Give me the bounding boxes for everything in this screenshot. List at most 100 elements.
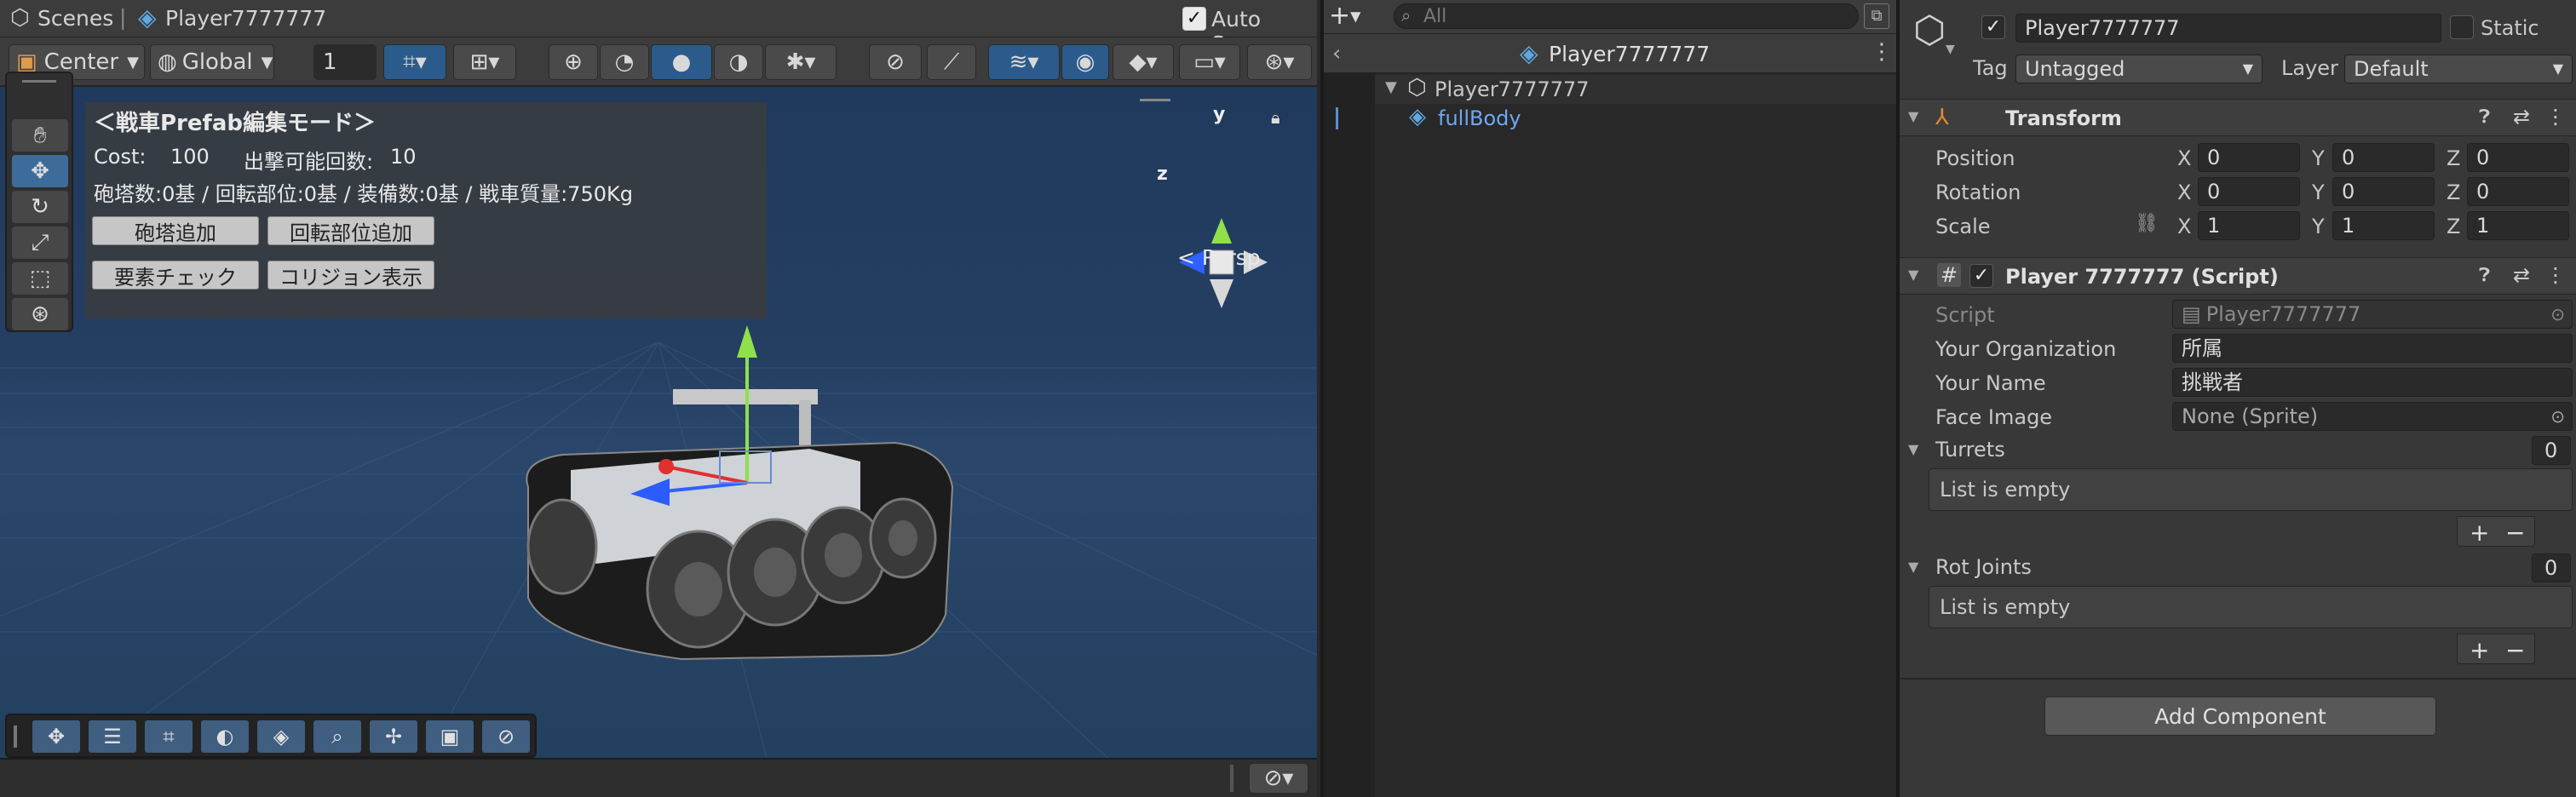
static-checkbox[interactable]: [2450, 15, 2474, 39]
gizmos-dropdown[interactable]: ⊛▾: [1247, 44, 1312, 80]
layers-visual-button[interactable]: ◈: [257, 720, 305, 753]
tag-dropdown[interactable]: Untagged ▼: [2015, 54, 2263, 83]
tank-model[interactable]: [526, 389, 954, 661]
increment-snap-button[interactable]: ⊞▾: [453, 44, 516, 80]
camera-settings-dropdown[interactable]: ▭▾: [1179, 44, 1240, 80]
transform-tool-button[interactable]: ⊛: [12, 298, 68, 330]
perspective-label[interactable]: < Persp: [1177, 245, 1261, 270]
layers-dropdown[interactable]: ◆▾: [1113, 44, 1174, 80]
layer-dropdown[interactable]: Default ▼: [2344, 54, 2573, 83]
grid-visual-button[interactable]: ⌗: [145, 720, 193, 753]
scene-search-toggle[interactable]: ⧉: [1864, 3, 1889, 29]
position-y-field[interactable]: 0: [2332, 143, 2435, 172]
preset-icon[interactable]: ⇄: [2513, 263, 2530, 287]
more-vert-icon[interactable]: ⋮: [1871, 39, 1893, 65]
rotate-tool-button[interactable]: ↻: [12, 191, 68, 223]
breadcrumb-scenes[interactable]: Scenes: [37, 6, 113, 31]
bottom-bar-handle[interactable]: [14, 725, 17, 748]
grid-size-field[interactable]: 1: [313, 44, 377, 80]
overlay-drag-handle[interactable]: [1140, 99, 1170, 101]
prefab-edit-overlay: ＜戦車Prefab編集モード＞ Cost: 100 出撃可能回数: 10 砲塔数…: [85, 102, 767, 318]
script-reference-value: Player7777777: [2205, 302, 2361, 326]
check-elements-button[interactable]: 要素チェック: [92, 261, 259, 290]
expand-arrow-icon[interactable]: ▼: [1908, 441, 1918, 457]
remove-rot-joint-button[interactable]: −: [2505, 636, 2525, 664]
active-checkbox[interactable]: ✓: [1981, 15, 2005, 39]
hierarchy-panel: +▼ ⌕ All ⧉ ‹ ◈ Player7777777 ⋮ ▼ ⬡ Playe…: [1320, 0, 1896, 797]
navigation-button[interactable]: ⊘: [482, 720, 530, 753]
move-tool-button[interactable]: ✥: [12, 155, 68, 187]
draw-mode-shaded-wire-button[interactable]: ◔: [600, 44, 649, 80]
auto-save-checkbox[interactable]: ✓: [1182, 7, 1206, 31]
effects-toggle-button[interactable]: ⟋: [927, 44, 976, 80]
move-snap-button[interactable]: ✥: [32, 720, 80, 753]
position-x-field[interactable]: 0: [2198, 143, 2300, 172]
scale-x-field[interactable]: 1: [2198, 211, 2300, 240]
add-turret-button[interactable]: 砲塔追加: [92, 216, 259, 245]
draw-mode-shaded-button[interactable]: ●: [651, 44, 712, 80]
camera-button[interactable]: ▣: [426, 720, 474, 753]
help-icon[interactable]: ❓︎: [2479, 265, 2490, 286]
audio-mute-button[interactable]: ⊘: [869, 44, 922, 80]
show-collision-button[interactable]: コリジョン表示: [267, 261, 434, 290]
rotation-z-field[interactable]: 0: [2467, 177, 2569, 206]
rot-joints-count-field[interactable]: 0: [2532, 553, 2571, 582]
position-z-field[interactable]: 0: [2467, 143, 2569, 172]
expand-arrow-icon[interactable]: ▼: [1908, 559, 1918, 575]
help-icon[interactable]: ❓︎: [2479, 106, 2490, 128]
your-name-field[interactable]: 挑戦者: [2172, 368, 2573, 397]
rect-tool-button[interactable]: ⬚: [12, 262, 68, 295]
back-arrow-icon[interactable]: ‹: [1332, 41, 1341, 66]
object-picker-icon[interactable]: ⊙: [2550, 403, 2565, 430]
rotation-label: Rotation: [1935, 181, 2021, 204]
hierarchy-row[interactable]: ▼ ⬡ Player7777777: [1375, 75, 1896, 104]
add-rotation-part-button[interactable]: 回転部位追加: [267, 216, 434, 245]
lock-icon[interactable]: 🔒︎: [1271, 107, 1280, 128]
face-image-value: None (Sprite): [2182, 404, 2319, 428]
scene-visibility-button[interactable]: ◉: [1061, 44, 1109, 80]
hand-tool-button[interactable]: ✋︎: [12, 119, 68, 152]
scale-z-field[interactable]: 1: [2467, 211, 2569, 240]
transform-header[interactable]: ▼ ⅄ Transform ❓︎ ⇄ ⋮: [1900, 99, 2576, 136]
draw-mode-wireframe-button[interactable]: ⊕: [549, 44, 598, 80]
object-name-field[interactable]: Player7777777: [2015, 14, 2441, 43]
breadcrumb-prefab[interactable]: Player7777777: [165, 6, 326, 31]
more-vert-icon[interactable]: ⋮: [2545, 263, 2566, 287]
lighting-button[interactable]: ◐: [201, 720, 249, 753]
script-enabled-checkbox[interactable]: ✓: [1969, 264, 1993, 288]
static-label: Static: [2481, 16, 2539, 40]
chevron-down-icon[interactable]: ▼: [1946, 43, 1955, 56]
preset-icon[interactable]: ⇄: [2513, 105, 2530, 129]
debug-draw-dropdown[interactable]: ✱▾: [765, 44, 837, 80]
constrain-proportions-icon[interactable]: ⛓︎: [2135, 213, 2159, 234]
pivot-button[interactable]: ✢: [370, 720, 417, 753]
scale-tool-button[interactable]: ⤢: [12, 226, 68, 259]
create-dropdown[interactable]: +▼: [1329, 3, 1373, 31]
more-vert-icon[interactable]: ⋮: [2545, 105, 2566, 129]
expand-arrow-icon[interactable]: ▼: [1385, 78, 1397, 96]
nav-mode-dropdown[interactable]: ⊘▾: [1249, 763, 1308, 794]
add-rot-joint-button[interactable]: +: [2470, 636, 2489, 664]
turrets-footer: + −: [2457, 516, 2535, 547]
remove-turret-item-button[interactable]: −: [2505, 519, 2525, 547]
scale-y-field[interactable]: 1: [2332, 211, 2435, 240]
turrets-empty-text: List is empty: [1940, 478, 2071, 502]
turrets-count-field[interactable]: 0: [2532, 436, 2571, 465]
add-turret-item-button[interactable]: +: [2470, 519, 2489, 547]
grid-snap-button[interactable]: ⌗▾: [383, 44, 446, 80]
add-component-button[interactable]: Add Component: [2044, 697, 2436, 736]
search-button[interactable]: ⌕: [313, 720, 361, 753]
script-component-header[interactable]: ▼ # ✓ Player 7777777 (Script) ❓︎ ⇄ ⋮: [1900, 257, 2576, 295]
organization-field[interactable]: 所属: [2172, 334, 2573, 363]
gameobject-cube-icon[interactable]: ⬡: [1913, 9, 1946, 52]
face-image-field[interactable]: None (Sprite) ⊙: [2172, 402, 2573, 431]
hierarchy-search[interactable]: ⌕ All: [1394, 3, 1859, 29]
scene-fx-dropdown[interactable]: ≋▾: [988, 44, 1060, 80]
sliders-button[interactable]: ☰: [89, 720, 136, 753]
lighting-toggle-button[interactable]: ◑: [714, 44, 763, 80]
rotation-y-field[interactable]: 0: [2332, 177, 2435, 206]
hierarchy-row[interactable]: ◈ fullBody: [1336, 104, 1896, 133]
palette-drag-handle[interactable]: [22, 80, 56, 83]
rotation-x-field[interactable]: 0: [2198, 177, 2300, 206]
space-dropdown[interactable]: ◍ Global ▼: [150, 44, 274, 80]
